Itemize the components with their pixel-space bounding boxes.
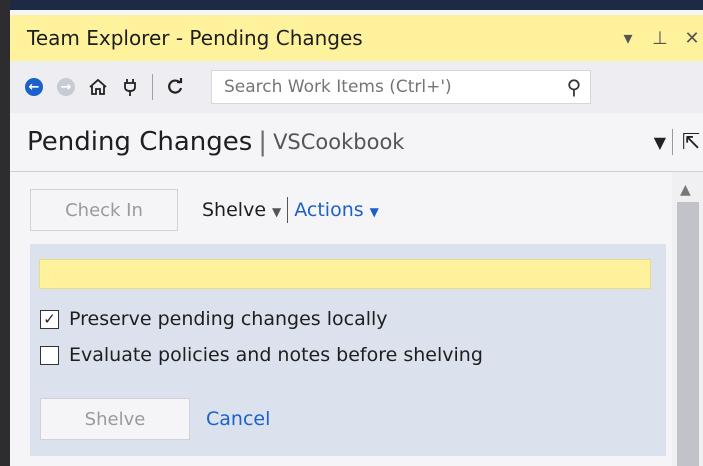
shelve-dropdown-label: Shelve — [202, 199, 267, 221]
title-bar: Team Explorer - Pending Changes ▾ ⊥ ✕ — [10, 15, 703, 61]
shelve-button[interactable]: Shelve — [40, 398, 190, 440]
dropdown-arrow-icon[interactable]: ▾ — [619, 28, 637, 49]
check-in-button[interactable]: Check In — [30, 189, 178, 231]
evaluate-policies-option[interactable]: Evaluate policies and notes before shelv… — [40, 344, 483, 366]
project-name[interactable]: VSCookbook — [273, 130, 404, 154]
connect-button[interactable] — [116, 73, 144, 101]
search-box: ⚲ — [211, 70, 591, 104]
search-input[interactable] — [212, 76, 558, 98]
window-left-edge — [0, 0, 10, 466]
home-button[interactable] — [84, 73, 112, 101]
home-icon — [89, 78, 107, 95]
refresh-button[interactable] — [161, 73, 189, 101]
back-button[interactable]: ← — [20, 73, 48, 101]
shelveset-name-input[interactable] — [39, 259, 651, 289]
actions-separator — [287, 197, 289, 223]
page-menu-dropdown-icon[interactable]: ▼ — [654, 133, 666, 152]
scroll-up-icon[interactable]: ▲ — [680, 182, 691, 198]
toolbar: ← → ⚲ — [10, 61, 703, 113]
back-arrow-icon: ← — [25, 78, 43, 96]
title-separator: | — [258, 127, 268, 157]
actions-dropdown[interactable]: Actions ▼ — [294, 199, 379, 221]
header-separator — [672, 129, 673, 155]
pending-changes-content: Check In Shelve ▼ Actions ▼ ✓ Preserve pen… — [10, 172, 672, 466]
cancel-link[interactable]: Cancel — [206, 408, 270, 430]
chevron-down-icon: ▼ — [369, 205, 379, 219]
window-top-edge — [0, 0, 703, 10]
vertical-scrollbar[interactable]: ▲ — [672, 172, 703, 466]
preserve-changes-checkbox[interactable]: ✓ — [40, 309, 59, 329]
shelve-panel: ✓ Preserve pending changes locally Evalu… — [30, 244, 666, 456]
header-controls: ▼ ⇱ — [654, 129, 703, 155]
actions-row: Check In Shelve ▼ Actions ▼ — [30, 189, 379, 231]
preserve-changes-option[interactable]: ✓ Preserve pending changes locally — [40, 308, 388, 330]
toolbar-separator — [152, 74, 153, 100]
shelve-dropdown[interactable]: Shelve ▼ — [202, 199, 281, 221]
page-header: Pending Changes | VSCookbook ▼ ⇱ — [10, 113, 703, 171]
undock-icon[interactable]: ⇱ — [679, 130, 703, 155]
plug-icon — [124, 79, 136, 96]
preserve-changes-label: Preserve pending changes locally — [69, 308, 388, 330]
window-title: Team Explorer - Pending Changes — [27, 26, 363, 50]
chevron-down-icon: ▼ — [272, 205, 282, 219]
page-title: Pending Changes — [27, 127, 253, 157]
evaluate-policies-checkbox[interactable] — [40, 345, 59, 365]
title-bar-controls: ▾ ⊥ ✕ — [619, 28, 703, 49]
pin-icon[interactable]: ⊥ — [651, 28, 669, 49]
actions-dropdown-label: Actions — [294, 199, 364, 221]
scrollbar-thumb[interactable] — [677, 202, 699, 466]
forward-button[interactable]: → — [52, 73, 80, 101]
refresh-icon — [168, 78, 183, 94]
team-explorer-window: Team Explorer - Pending Changes ▾ ⊥ ✕ ← … — [0, 0, 703, 466]
search-icon[interactable]: ⚲ — [558, 75, 590, 99]
forward-arrow-icon: → — [57, 78, 75, 96]
evaluate-policies-label: Evaluate policies and notes before shelv… — [69, 344, 483, 366]
close-icon[interactable]: ✕ — [683, 28, 701, 49]
